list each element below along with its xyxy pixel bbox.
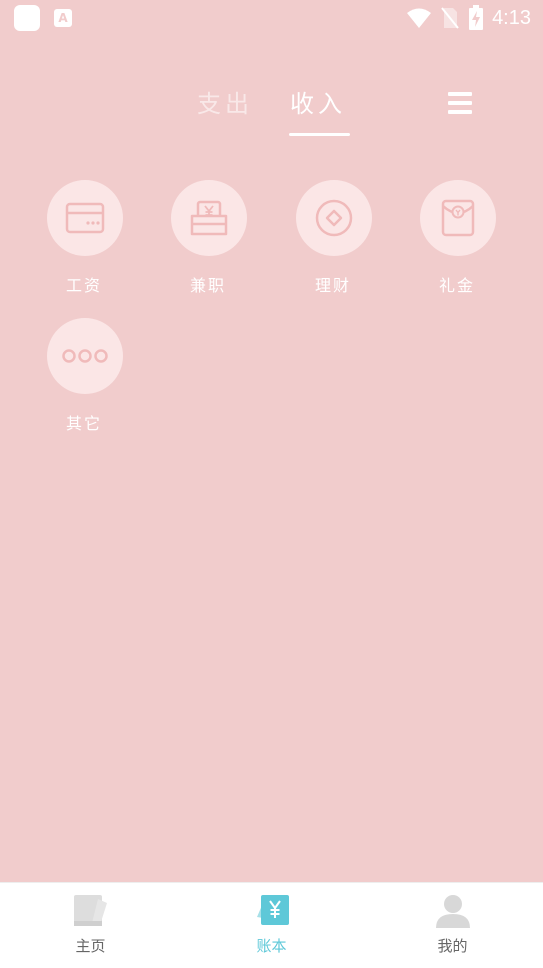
more-dots-icon xyxy=(62,349,108,363)
bottom-nav: 主页 账本 我的 xyxy=(0,882,543,968)
active-tab-indicator xyxy=(289,133,350,136)
clock: 4:13 xyxy=(492,6,531,29)
nav-me[interactable]: 我的 xyxy=(362,883,543,968)
category-icon-circle xyxy=(47,318,123,394)
wallet-card-icon xyxy=(65,202,105,234)
status-icons: 4:13 xyxy=(406,4,531,32)
user-profile-icon xyxy=(436,895,470,928)
status-bar: A 4:13 xyxy=(0,0,543,36)
nav-ledger[interactable]: 账本 xyxy=(181,883,362,968)
yuan-bag-icon xyxy=(190,200,228,236)
nav-label: 我的 xyxy=(437,937,468,955)
category-salary[interactable]: 工资 xyxy=(22,180,146,310)
tab-income[interactable]: 收入 xyxy=(290,84,346,124)
home-book-icon xyxy=(74,895,107,926)
wifi-icon xyxy=(407,8,432,28)
battery-charging-icon xyxy=(469,5,484,30)
nav-home[interactable]: 主页 xyxy=(0,883,181,968)
category-icon-circle xyxy=(47,180,123,256)
nav-label: 账本 xyxy=(256,937,287,955)
app-notification-icon xyxy=(14,5,40,31)
category-label: 理财 xyxy=(314,276,351,295)
category-label: 其它 xyxy=(65,414,102,433)
category-icon-circle xyxy=(420,180,496,256)
nav-label: 主页 xyxy=(75,937,106,955)
category-label: 兼职 xyxy=(189,276,226,295)
category-finance[interactable]: 理财 xyxy=(271,180,395,310)
tab-expense[interactable]: 支出 xyxy=(197,84,253,124)
no-sim-icon xyxy=(441,7,459,29)
category-other[interactable]: 其它 xyxy=(22,318,146,448)
a-notification-icon: A xyxy=(54,9,72,27)
category-label: 工资 xyxy=(65,276,102,295)
type-tabs: 支出 收入 xyxy=(0,80,543,140)
menu-icon[interactable] xyxy=(446,90,474,116)
coin-icon xyxy=(315,199,353,237)
category-icon-circle xyxy=(171,180,247,256)
category-label: 礼金 xyxy=(438,276,475,295)
category-icon-circle xyxy=(296,180,372,256)
category-parttime[interactable]: 兼职 xyxy=(146,180,270,310)
ledger-yuan-icon xyxy=(257,895,289,925)
category-gift-money[interactable]: 礼金 xyxy=(395,180,519,310)
red-envelope-icon xyxy=(441,199,475,237)
